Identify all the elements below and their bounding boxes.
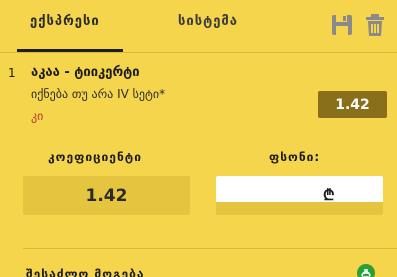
trash-icon[interactable] <box>364 13 386 37</box>
bet-type-tabs: ექსპრესი სისტემა <box>0 0 397 52</box>
coefficient-label: კოეფიციენტი <box>48 150 142 164</box>
event-title: აკაა - ტიიკერტი <box>31 65 140 80</box>
bet-slip: ექსპრესი სისტემა 1 აკაა - ტიიკერტი იქნებ… <box>0 0 397 277</box>
summary-divider <box>23 248 397 249</box>
tabs-divider <box>0 52 397 53</box>
tab-express[interactable]: ექსპრესი <box>30 14 100 29</box>
lari-coin-icon <box>357 264 375 277</box>
summary-panel: კოეფიციენტი ფსონი: 1.42 ₾ შესაძლო მოგება <box>0 139 397 277</box>
currency-lari-icon: ₾ <box>323 186 335 204</box>
bet-index: 1 <box>8 66 16 80</box>
save-icon[interactable] <box>331 13 353 37</box>
stake-label: ფსონი: <box>269 150 321 164</box>
potential-win-label: შესაძლო მოგება <box>26 267 145 277</box>
selection-name: კი <box>31 109 44 123</box>
stake-field[interactable]: ₾ <box>216 176 383 215</box>
odds-badge: 1.42 <box>318 91 387 118</box>
market-name: იქნება თუ არა IV სეტი* <box>31 87 166 101</box>
total-coefficient: 1.42 <box>23 176 190 215</box>
stake-input[interactable] <box>216 176 316 202</box>
tab-system[interactable]: სისტემა <box>178 14 238 29</box>
